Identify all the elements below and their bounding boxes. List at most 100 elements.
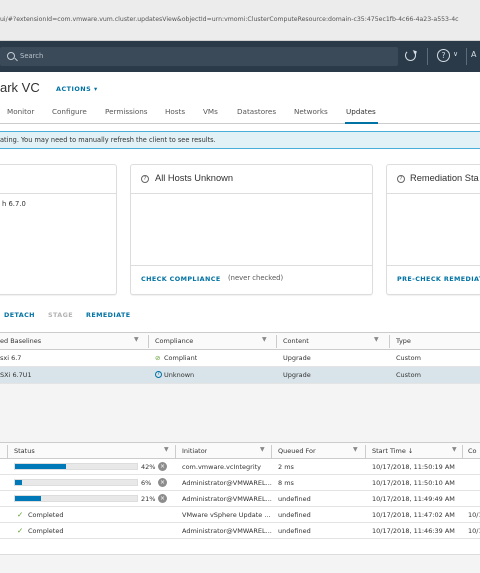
task-initiator: com.vmware.vcIntegrity: [182, 463, 262, 471]
table-row[interactable]: 21% × Administrator@VMWAREL... undefined…: [0, 491, 480, 507]
column-header-baselines[interactable]: ed Baselines: [0, 337, 41, 345]
column-header-completion[interactable]: Co: [468, 447, 477, 455]
tab-networks[interactable]: Networks: [294, 107, 328, 116]
tab-updates[interactable]: Updates: [346, 107, 376, 116]
nav-divider: [427, 48, 428, 65]
task-progress-bar: [14, 495, 138, 502]
table-row[interactable]: ✓ Completed Administrator@VMWAREL... und…: [0, 523, 480, 539]
user-menu[interactable]: A: [471, 50, 476, 59]
global-search-input[interactable]: Search: [0, 47, 398, 66]
filter-icon[interactable]: ▼: [353, 446, 358, 453]
card-divider: [131, 193, 372, 194]
table-row[interactable]: 42% × com.vmware.vcIntegrity 2 ms 10/17/…: [0, 459, 480, 475]
column-header-start-time[interactable]: Start Time ↓: [372, 447, 413, 455]
panel-gap: [0, 384, 480, 442]
compliant-icon: ⊘: [155, 354, 161, 362]
tab-monitor[interactable]: Monitor: [7, 107, 34, 116]
filter-icon[interactable]: ▼: [262, 336, 267, 343]
task-status: Completed: [28, 527, 64, 535]
card-divider: [131, 265, 372, 266]
object-header: ark VC ACTIONS ▾: [0, 72, 480, 102]
filter-icon[interactable]: ▼: [374, 336, 379, 343]
remediate-button[interactable]: REMEDIATE: [86, 311, 130, 319]
help-icon[interactable]: ?: [437, 49, 450, 62]
task-start-time: 10/17/2018, 11:50:10 AM: [372, 479, 455, 487]
compliance-card: ? All Hosts Unknown CHECK COMPLIANCE (ne…: [130, 164, 373, 295]
column-divider: [276, 335, 277, 348]
unknown-icon: ?: [155, 371, 162, 378]
task-queued-for: 8 ms: [278, 479, 294, 487]
column-divider: [389, 335, 390, 348]
table-row[interactable]: 6% × Administrator@VMWAREL... 8 ms 10/17…: [0, 475, 480, 491]
cancel-task-icon[interactable]: ×: [158, 462, 167, 471]
compliance-status: Unknown: [164, 371, 195, 379]
pre-check-remediation-button[interactable]: PRE-CHECK REMEDIAT: [397, 275, 480, 283]
banner-text: ating. You may need to manually refresh …: [0, 136, 216, 144]
search-placeholder: Search: [20, 52, 44, 60]
column-header-status[interactable]: Status: [14, 447, 35, 455]
column-header-queued-for[interactable]: Queued For: [278, 447, 316, 455]
task-queued-for: undefined: [278, 495, 311, 503]
object-tabs: Monitor Configure Permissions Hosts VMs …: [0, 102, 480, 124]
cancel-task-icon[interactable]: ×: [158, 478, 167, 487]
task-queued-for: 2 ms: [278, 463, 294, 471]
refresh-icon[interactable]: [405, 50, 416, 61]
baseline-type: Custom: [396, 354, 421, 362]
filter-icon[interactable]: ▼: [260, 446, 265, 453]
browser-address-bar[interactable]: ui/#?extensionId=com.vmware.vum.cluster.…: [0, 0, 480, 41]
table-row[interactable]: SXi 6.7U1 ? Unknown Upgrade Custom: [0, 367, 480, 384]
address-url[interactable]: ui/#?extensionId=com.vmware.vum.cluster.…: [0, 16, 459, 23]
task-initiator: Administrator@VMWAREL...: [182, 495, 272, 503]
baseline-name: SXi 6.7U1: [0, 371, 32, 379]
filter-icon[interactable]: ▼: [164, 446, 169, 453]
task-progress-percent: 6%: [141, 479, 152, 487]
baseline-name: sxi 6.7: [0, 354, 22, 362]
attached-baselines-grid: ed Baselines ▼ Compliance ▼ Content ▼ Ty…: [0, 332, 480, 384]
tab-vms[interactable]: VMs: [203, 107, 218, 116]
column-divider: [7, 445, 8, 458]
task-start-time: 10/17/2018, 11:47:02 AM: [372, 511, 455, 519]
column-header-type[interactable]: Type: [396, 337, 411, 345]
task-completion-time: 10/1: [468, 527, 480, 535]
compliance-status: Compliant: [164, 354, 198, 362]
baseline-type: Custom: [396, 371, 421, 379]
grid-header: ed Baselines ▼ Compliance ▼ Content ▼ Ty…: [0, 333, 480, 350]
column-header-content[interactable]: Content: [283, 337, 309, 345]
task-progress-bar: [14, 479, 138, 486]
table-row[interactable]: ✓ Completed VMware vSphere Update ... un…: [0, 507, 480, 523]
table-row[interactable]: sxi 6.7 ⊘ Compliant Upgrade Custom: [0, 350, 480, 367]
help-chevron-icon[interactable]: ∨: [453, 50, 458, 58]
stage-button: STAGE: [48, 311, 74, 319]
column-divider: [462, 445, 463, 458]
task-start-time: 10/17/2018, 11:46:39 AM: [372, 527, 455, 535]
task-queued-for: undefined: [278, 527, 311, 535]
progress-fill: [15, 480, 23, 485]
filter-icon[interactable]: ▼: [452, 446, 457, 453]
top-navigation-bar: Search ? ∨ A: [0, 41, 480, 72]
active-tab-indicator: [345, 122, 378, 124]
detach-button[interactable]: DETACH: [4, 311, 35, 319]
task-queued-for: undefined: [278, 511, 311, 519]
tab-hosts[interactable]: Hosts: [165, 107, 185, 116]
check-compliance-button[interactable]: CHECK COMPLIANCE: [141, 275, 221, 283]
task-initiator: VMware vSphere Update ...: [182, 511, 271, 519]
actions-menu-button[interactable]: ACTIONS ▾: [56, 85, 98, 93]
page-title: ark VC: [0, 80, 40, 95]
task-initiator: Administrator@VMWAREL...: [182, 479, 272, 487]
filter-icon[interactable]: ▼: [134, 336, 139, 343]
column-header-initiator[interactable]: Initiator: [182, 447, 207, 455]
cancel-task-icon[interactable]: ×: [158, 494, 167, 503]
grid-header: Status ▼ Initiator ▼ Queued For ▼ Start …: [0, 443, 480, 459]
task-start-time: 10/17/2018, 11:50:19 AM: [372, 463, 455, 471]
completed-check-icon: ✓: [17, 510, 24, 519]
column-divider: [365, 445, 366, 458]
tab-configure[interactable]: Configure: [52, 107, 87, 116]
tab-permissions[interactable]: Permissions: [105, 107, 148, 116]
remediation-card-title: Remediation Sta: [410, 173, 479, 183]
remediation-status-icon: ?: [397, 175, 405, 183]
column-divider: [148, 335, 149, 348]
baseline-actions: DETACH STAGE REMEDIATE: [0, 310, 480, 322]
column-divider: [271, 445, 272, 458]
tab-datastores[interactable]: Datastores: [237, 107, 276, 116]
column-header-compliance[interactable]: Compliance: [155, 337, 193, 345]
